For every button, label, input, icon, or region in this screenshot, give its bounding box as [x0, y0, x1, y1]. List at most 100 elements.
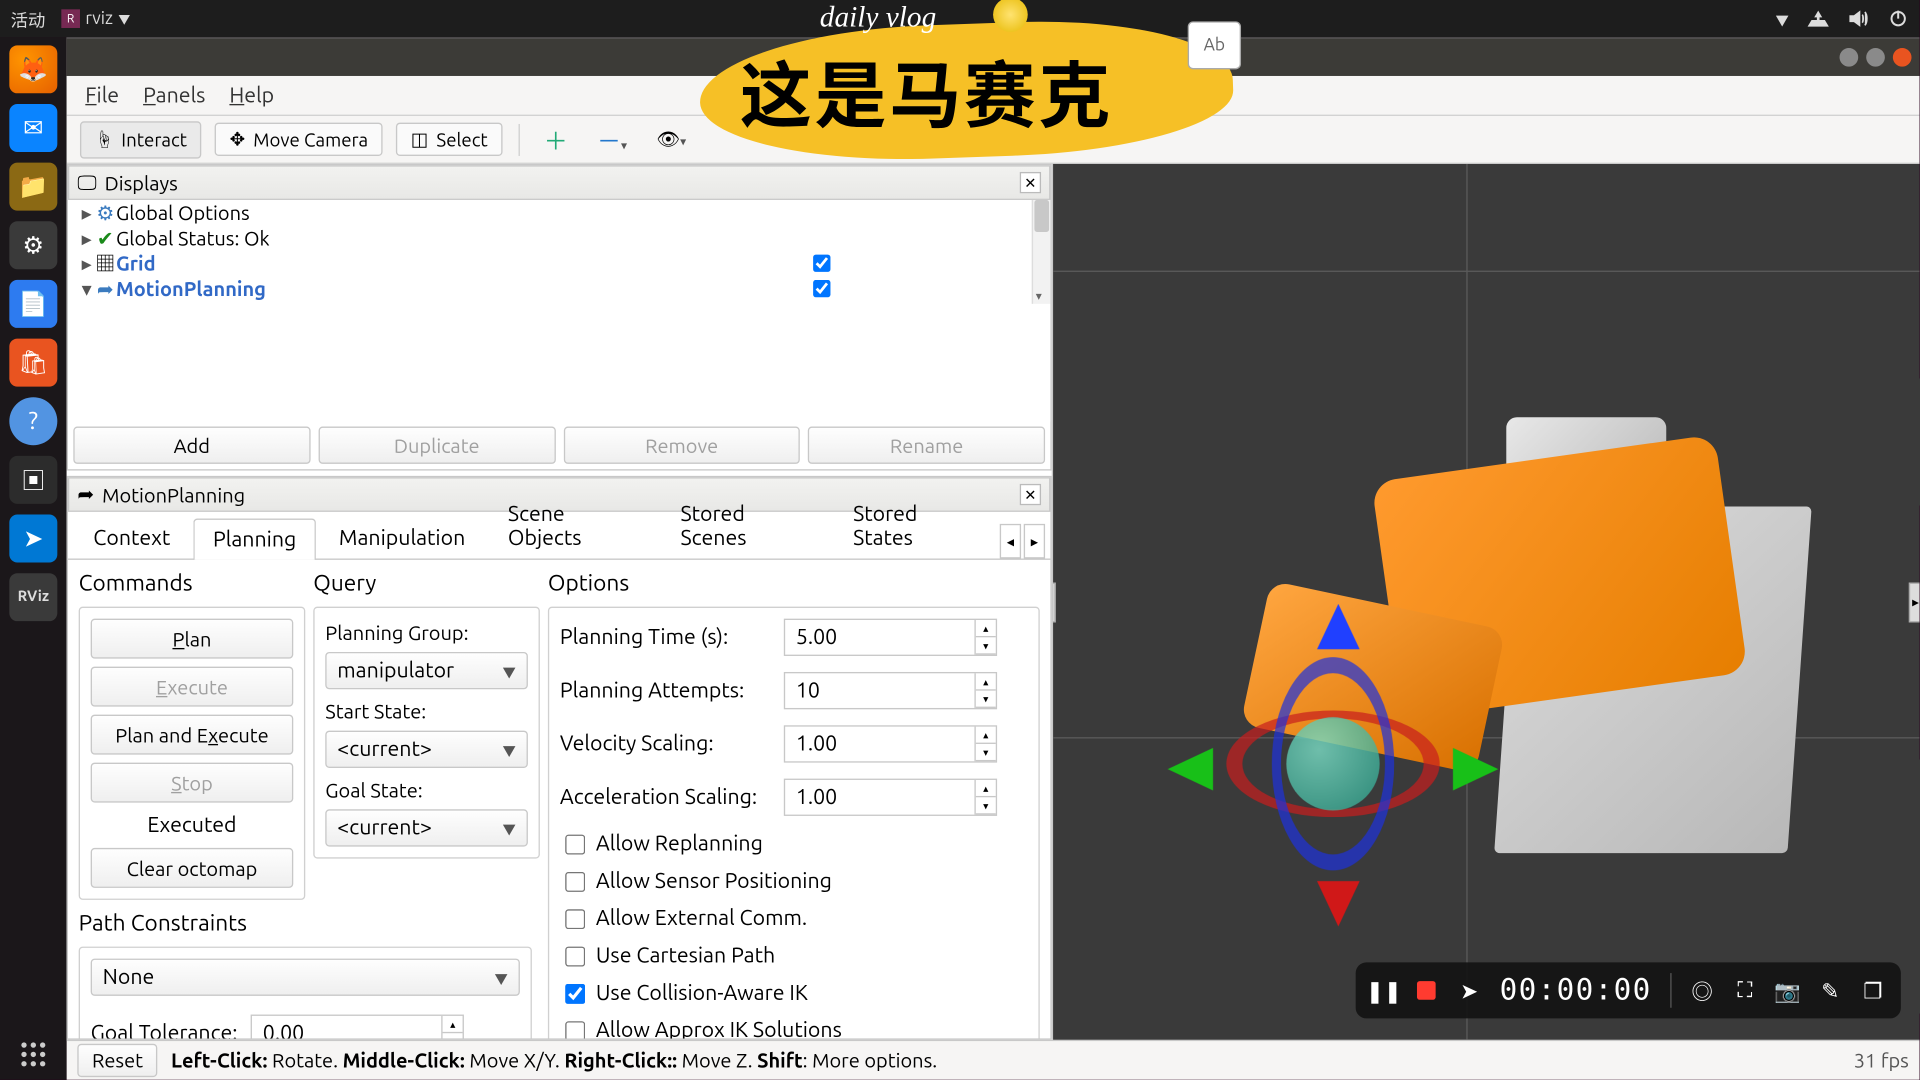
volume-icon[interactable] — [1848, 8, 1869, 29]
recorder-target-icon[interactable]: ◎ — [1690, 978, 1714, 1002]
remove-tool-icon[interactable]: －▾ — [589, 122, 635, 157]
collapse-right[interactable]: ▸ — [1909, 582, 1920, 622]
plan-status: Executed — [91, 810, 294, 839]
query-heading: Query — [313, 571, 540, 596]
menu-file[interactable]: File — [85, 83, 119, 107]
displays-panel-header[interactable]: 🖵 Displays ✕ — [68, 165, 1050, 200]
allow-replanning-checkbox[interactable] — [565, 834, 585, 854]
thunderbird-launcher[interactable]: ✉ — [9, 104, 57, 152]
motionplanning-close-button[interactable]: ✕ — [1020, 484, 1041, 505]
motionplanning-enable-checkbox[interactable] — [813, 280, 830, 297]
help-launcher[interactable]: ? — [9, 397, 57, 445]
tabs-scroll-left[interactable]: ◂ — [1000, 524, 1021, 559]
apps-grid-icon[interactable] — [19, 1040, 48, 1069]
plan-button[interactable]: Plan — [91, 619, 294, 659]
plan-and-execute-button[interactable]: Plan and Execute — [91, 714, 294, 754]
window-title-bar — [67, 39, 1920, 76]
tool-move-camera[interactable]: ✥ Move Camera — [215, 123, 383, 156]
unity-dock: 🦊 ✉ 📁 ⚙ 📄 🛍 ? ▣ ➤ RViz — [0, 37, 67, 1079]
goal-tolerance-label: Goal Tolerance: — [91, 1021, 238, 1038]
tabs-scroll-right[interactable]: ▸ — [1024, 524, 1045, 559]
files-launcher[interactable]: 📁 — [9, 163, 57, 211]
duplicate-display-button: Duplicate — [318, 427, 555, 464]
use-collision-aware-ik-checkbox[interactable] — [565, 983, 585, 1003]
focus-tool-icon[interactable]: 👁▾ — [648, 128, 694, 151]
window-close-button[interactable] — [1893, 48, 1912, 67]
tab-manipulation[interactable]: Manipulation — [319, 517, 485, 558]
planning-attempts-spinner[interactable]: 10▴▾ — [784, 672, 997, 709]
displays-tree[interactable]: ▸⚙Global Options ▸✔Global Status: Ok ▸▦G… — [68, 200, 1050, 304]
document-launcher[interactable]: 📄 — [9, 280, 57, 328]
options-heading: Options — [548, 571, 1040, 596]
rename-display-button: Rename — [808, 427, 1045, 464]
tab-stored-scenes[interactable]: Stored Scenes — [661, 493, 831, 558]
power-icon[interactable] — [1888, 8, 1909, 29]
planning-group-label: Planning Group: — [325, 621, 528, 644]
menu-help[interactable]: Help — [229, 83, 274, 107]
planning-group-combo[interactable]: manipulator▼ — [325, 652, 528, 689]
app-menu[interactable]: R rviz ▼ — [61, 9, 130, 28]
tree-scrollbar[interactable]: ▴ ▾ — [1032, 200, 1051, 304]
allow-sensor-positioning-checkbox[interactable] — [565, 871, 585, 891]
tab-context[interactable]: Context — [73, 517, 190, 558]
rviz-launcher[interactable]: RViz — [9, 573, 57, 621]
clear-octomap-button[interactable]: Clear octomap — [91, 848, 294, 888]
window-minimize-button[interactable] — [1840, 48, 1859, 67]
app-launcher[interactable]: ⚙ — [9, 221, 57, 269]
window-maximize-button[interactable] — [1866, 48, 1885, 67]
collapse-left[interactable]: ◂ — [1053, 582, 1056, 622]
hand-icon: ☝ — [95, 126, 114, 153]
displays-icon: 🖵 — [77, 171, 96, 195]
grid-enable-checkbox[interactable] — [813, 255, 830, 272]
reset-button[interactable]: Reset — [77, 1044, 157, 1077]
add-tool-icon[interactable]: ＋ — [536, 122, 576, 157]
tab-scene-objects[interactable]: Scene Objects — [488, 493, 658, 558]
recorder-pencil-icon[interactable]: ✎ — [1818, 978, 1842, 1002]
commands-heading: Commands — [79, 571, 306, 596]
3d-viewport[interactable]: ◂ ▸ ❚❚ — [1053, 164, 1919, 1040]
move-icon: ✥ — [230, 128, 246, 151]
start-state-combo[interactable]: <current>▼ — [325, 730, 528, 767]
velocity-scaling-label: Velocity Scaling: — [560, 732, 784, 756]
start-state-label: Start State: — [325, 700, 528, 723]
recorder-window-icon[interactable]: ❐ — [1861, 978, 1885, 1002]
screen-recorder-overlay: ❚❚ ➤ 00:00:00 ◎ ⛶ 📷 ✎ ❐ — [1356, 962, 1901, 1018]
acceleration-scaling-spinner[interactable]: 1.00▴▾ — [784, 778, 997, 815]
recorder-camera-icon[interactable]: 📷 — [1776, 978, 1800, 1002]
goal-state-combo[interactable]: <current>▼ — [325, 809, 528, 846]
network-icon[interactable] — [1808, 8, 1829, 29]
recorder-stop-button[interactable] — [1414, 978, 1438, 1002]
terminal-launcher[interactable]: ▣ — [9, 456, 57, 504]
tab-planning[interactable]: Planning — [193, 519, 316, 560]
use-cartesian-path-checkbox[interactable] — [565, 946, 585, 966]
recorder-timecode: 00:00:00 — [1500, 974, 1652, 1007]
add-display-button[interactable]: Add — [73, 427, 310, 464]
caret-down-icon[interactable]: ▼ — [1776, 9, 1789, 29]
execute-button: Execute — [91, 667, 294, 707]
motionplanning-icon: ➦ — [77, 483, 94, 507]
goal-state-label: Goal State: — [325, 778, 528, 801]
system-status-bar: 活动 R rviz ▼ ▼ — [0, 0, 1920, 37]
allow-approx-ik-checkbox[interactable] — [565, 1020, 585, 1038]
firefox-launcher[interactable]: 🦊 — [9, 45, 57, 93]
robot-model — [1120, 337, 1880, 906]
recorder-cursor-icon[interactable]: ➤ — [1457, 978, 1481, 1002]
recorder-pause-button[interactable]: ❚❚ — [1372, 978, 1396, 1002]
interactive-marker[interactable] — [1213, 644, 1453, 884]
activities-button[interactable]: 活动 — [11, 6, 46, 31]
stop-button: Stop — [91, 762, 294, 802]
menu-panels[interactable]: Panels — [143, 83, 205, 107]
software-launcher[interactable]: 🛍 — [9, 339, 57, 387]
planning-time-spinner[interactable]: 5.00▴▾ — [784, 619, 997, 656]
tab-stored-states[interactable]: Stored States — [833, 493, 997, 558]
goal-tolerance-spinner[interactable]: 0.00 ▴▾ — [251, 1014, 464, 1038]
recorder-fullscreen-icon[interactable]: ⛶ — [1733, 978, 1757, 1002]
fps-counter: 31 fps — [1854, 1049, 1909, 1072]
velocity-scaling-spinner[interactable]: 1.00▴▾ — [784, 725, 997, 762]
allow-external-comm-checkbox[interactable] — [565, 908, 585, 928]
tool-interact[interactable]: ☝ Interact — [80, 121, 202, 158]
code-launcher[interactable]: ➤ — [9, 515, 57, 563]
tool-select[interactable]: ◫ Select — [396, 123, 502, 156]
displays-close-button[interactable]: ✕ — [1020, 172, 1041, 193]
display-description — [68, 304, 1050, 421]
